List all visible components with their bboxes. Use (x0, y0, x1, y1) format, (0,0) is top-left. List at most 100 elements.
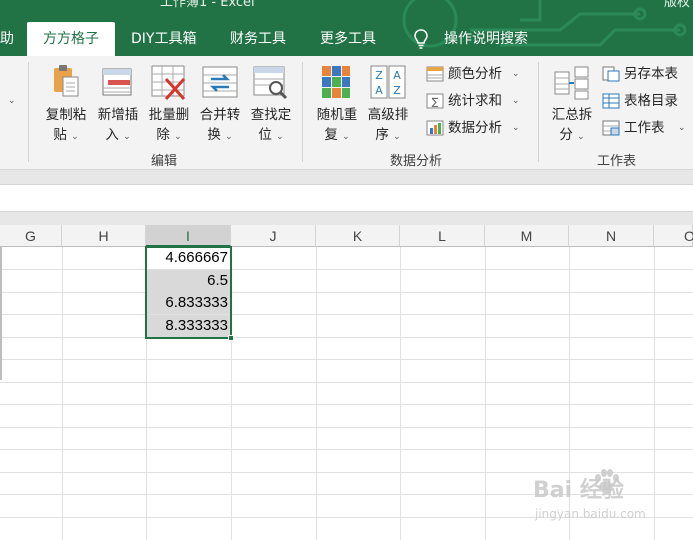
statistics-sum-label: 统计求和 (448, 93, 502, 109)
tab-fangfanggezi[interactable]: 方方格子 (27, 22, 115, 56)
data-analysis-button[interactable]: 数据分析 ⌄ (426, 117, 526, 139)
summary-split-label-1: 汇总拆 (551, 107, 593, 123)
ribbon-separator (28, 62, 29, 162)
ribbon-separator (538, 62, 539, 162)
formula-bar[interactable] (0, 184, 693, 212)
table-catalog-label: 表格目录 (624, 93, 678, 109)
chevron-down-icon: ⌄ (393, 132, 401, 142)
copy-paste-button[interactable]: 复制粘 贴 ⌄ (40, 60, 92, 146)
find-locate-label-1: 查找定 (250, 107, 292, 123)
titlebar-right-text: 版权 (664, 0, 691, 10)
tab-finance-tools[interactable]: 财务工具 (230, 22, 286, 56)
worksheet-icon (602, 120, 620, 136)
column-header-h[interactable]: H (62, 225, 146, 247)
tab-help[interactable]: 助 (0, 22, 14, 56)
cell-i3[interactable]: 6.833333 (146, 292, 231, 314)
data-analysis-label: 数据分析 (448, 120, 502, 136)
save-sheet-label: 另存本表 (624, 66, 678, 82)
chevron-down-icon: ⌄ (512, 69, 520, 79)
window-title: 工作簿1 - Excel (160, 0, 255, 10)
chevron-down-icon: ⌄ (577, 132, 585, 142)
column-header-l[interactable]: L (400, 225, 485, 247)
advanced-sort-label-2: 序 (375, 127, 389, 143)
data-analysis-group-label: 数据分析 (390, 154, 443, 169)
column-header-k[interactable]: K (316, 225, 400, 247)
svg-text:A: A (375, 84, 383, 97)
summary-split-label-2: 分 (559, 127, 573, 143)
ribbon-separator (302, 62, 303, 162)
watermark-url: jingyan.baidu.com (535, 507, 646, 521)
worksheet-label: 工作表 (624, 120, 665, 136)
ribbon-gap (0, 170, 693, 184)
chevron-down-icon: ⌄ (678, 123, 686, 133)
svg-text:∑: ∑ (432, 97, 439, 108)
insert-icon (102, 68, 132, 96)
color-analysis-button[interactable]: 颜色分析 ⌄ (426, 63, 526, 85)
merge-convert-label-2: 换 (207, 127, 221, 143)
worksheet-menu-button[interactable]: 工作表 ⌄ (602, 117, 690, 139)
ribbon: ⌄ 复制粘 贴 ⌄ 新增插 入 ⌄ 批量删 除 ⌄ 合并转 换 ⌄ 查找定 位 … (0, 56, 693, 170)
cell-i1[interactable]: 4.666667 (146, 247, 231, 269)
batch-delete-button[interactable]: 批量删 除 ⌄ (143, 60, 195, 146)
svg-text:A: A (393, 69, 401, 82)
save-sheet-icon (602, 66, 620, 82)
chevron-down-icon: ⌄ (512, 123, 520, 133)
random-repeat-button[interactable]: 随机重 复 ⌄ (311, 60, 363, 146)
copy-paste-icon (54, 65, 79, 97)
color-analysis-icon (426, 66, 444, 82)
insert-label-1: 新增插 (97, 107, 139, 123)
data-analysis-icon (426, 120, 444, 136)
merge-convert-icon (202, 66, 238, 98)
chevron-down-icon: ⌄ (71, 132, 79, 142)
tell-me-search[interactable]: 操作说明搜索 (444, 22, 528, 56)
insert-button[interactable]: 新增插 入 ⌄ (92, 60, 144, 146)
column-header-n[interactable]: N (569, 225, 654, 247)
chevron-down-icon: ⌄ (225, 132, 233, 142)
merge-convert-label-1: 合并转 (199, 107, 241, 123)
statistics-sum-icon: ∑ (426, 93, 444, 109)
formula-gap (0, 212, 693, 225)
random-repeat-label-2: 复 (324, 127, 338, 143)
table-catalog-button[interactable]: 表格目录 (602, 90, 690, 112)
chevron-down-icon: ⌄ (174, 132, 182, 142)
find-locate-label-2: 位 (258, 127, 272, 143)
table-catalog-icon (602, 93, 620, 109)
chevron-down-icon: ⌄ (123, 132, 131, 142)
merge-convert-button[interactable]: 合并转 换 ⌄ (194, 60, 246, 146)
chevron-down-icon: ⌄ (276, 132, 284, 142)
insert-label-2: 入 (105, 127, 119, 143)
random-repeat-icon (322, 66, 350, 98)
advanced-sort-icon: Z A A Z (370, 65, 406, 99)
save-sheet-button[interactable]: 另存本表 (602, 63, 690, 85)
paw-logo-icon (595, 469, 619, 493)
worksheet-group-label: 工作表 (597, 154, 637, 169)
cell-i4[interactable]: 8.333333 (146, 315, 231, 337)
cell-i2[interactable]: 6.5 (146, 270, 231, 292)
statistics-sum-button[interactable]: ∑ 统计求和 ⌄ (426, 90, 526, 112)
column-header-g[interactable]: G (0, 225, 62, 247)
chevron-down-icon[interactable]: ⌄ (8, 96, 16, 106)
copy-paste-label-2: 贴 (53, 127, 67, 143)
find-locate-button[interactable]: 查找定 位 ⌄ (245, 60, 297, 146)
batch-delete-label-2: 除 (156, 127, 170, 143)
title-tab-bar: 工作簿1 - Excel 版权 助 方方格子 DIY工具箱 财务工具 更多工具 … (0, 0, 693, 56)
edit-group-label: 编辑 (151, 154, 178, 169)
fill-handle[interactable] (228, 335, 234, 341)
tab-diy-toolbox[interactable]: DIY工具箱 (131, 22, 196, 56)
summary-split-button[interactable]: 汇总拆 分 ⌄ (546, 60, 598, 146)
svg-text:Z: Z (375, 69, 383, 82)
row-header-edge (0, 247, 2, 380)
find-locate-icon (253, 66, 288, 100)
column-header-j[interactable]: J (231, 225, 316, 247)
column-header-i[interactable]: I (146, 225, 231, 247)
advanced-sort-button[interactable]: Z A A Z 高级排 序 ⌄ (362, 60, 414, 146)
color-analysis-label: 颜色分析 (448, 66, 502, 82)
column-header-m[interactable]: M (485, 225, 569, 247)
column-header-o[interactable]: O (654, 225, 693, 247)
copy-paste-label-1: 复制粘 (45, 107, 87, 123)
tab-more-tools[interactable]: 更多工具 (320, 22, 376, 56)
delete-icon (151, 65, 186, 101)
svg-text:Z: Z (393, 84, 401, 97)
random-repeat-label-1: 随机重 (316, 107, 358, 123)
chevron-down-icon: ⌄ (512, 96, 520, 106)
